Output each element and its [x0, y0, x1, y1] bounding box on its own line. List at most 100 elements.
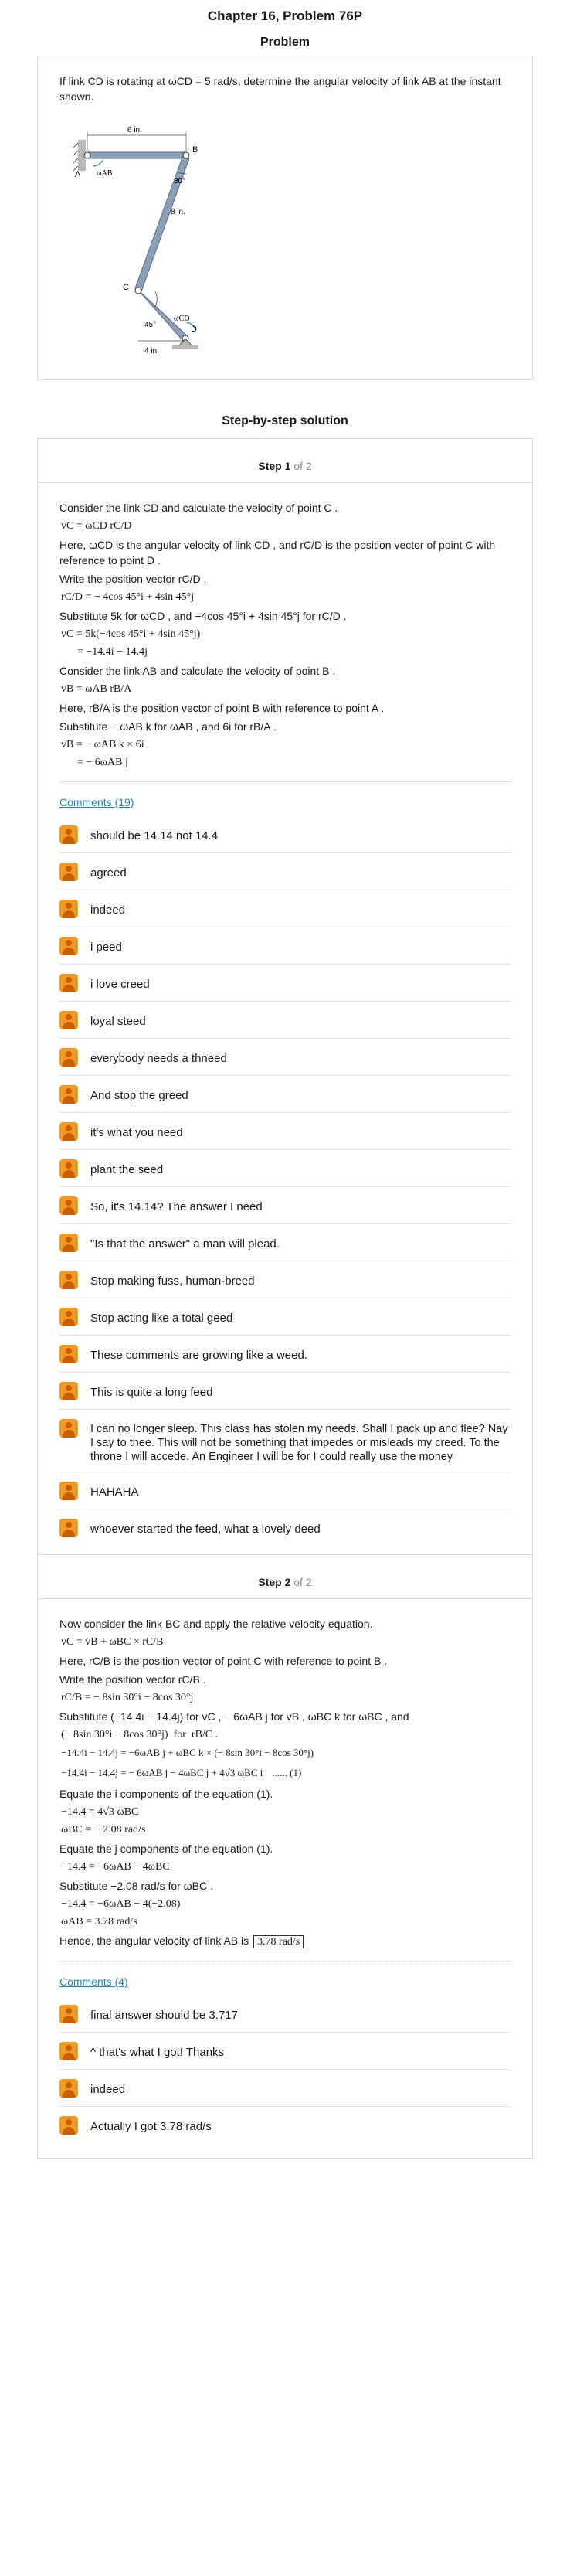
- user-avatar-icon[interactable]: [59, 1048, 78, 1067]
- solution-card: Step 1 of 2 Consider the link CD and cal…: [37, 438, 533, 2159]
- comment-item: Stop making fuss, human-breed: [59, 1261, 511, 1298]
- comment-item: agreed: [59, 853, 511, 890]
- step-2-line: Equate the j components of the equation …: [59, 1843, 273, 1855]
- comment-text: loyal steed: [90, 1015, 146, 1028]
- comment-item: Stop acting like a total geed: [59, 1298, 511, 1336]
- comment-text: Stop acting like a total geed: [90, 1312, 233, 1325]
- comment-item: indeed: [59, 890, 511, 927]
- omega-ab-arrow: [93, 159, 103, 167]
- solution-heading: Step-by-step solution: [222, 414, 348, 427]
- user-avatar-icon[interactable]: [59, 974, 78, 992]
- step-1-line: Consider the link AB and calculate the v…: [59, 665, 336, 677]
- step-1-eq: vC = ωCD rC/D: [61, 520, 132, 532]
- user-avatar-icon[interactable]: [59, 1345, 78, 1363]
- comment-item: it's what you need: [59, 1113, 511, 1150]
- label-omega-ab: ωAB: [97, 169, 113, 178]
- comment-text: agreed: [90, 866, 127, 880]
- step-1-comments-link[interactable]: Comments (19): [59, 796, 134, 808]
- step-1-eq: vB = − ωAB k × 6i: [61, 739, 144, 750]
- label-30: 30°: [174, 177, 185, 185]
- comment-text: So, it's 14.14? The answer I need: [90, 1200, 263, 1213]
- label-8in: 8 in.: [171, 208, 185, 216]
- comment-text: These comments are growing like a weed.: [90, 1349, 307, 1362]
- user-avatar-icon[interactable]: [59, 2042, 78, 2060]
- label-C: C: [123, 283, 129, 292]
- ground-D: [172, 345, 198, 349]
- step-2-body: Now consider the link BC and apply the r…: [59, 1599, 511, 2158]
- equation-number: ...... (1): [272, 1767, 302, 1778]
- comment-item: And stop the greed: [59, 1076, 511, 1113]
- step-2-eq: −14.4 = −6ωAB − 4ωBC: [61, 1861, 170, 1873]
- comment-text: ^ that's what I got! Thanks: [90, 2046, 225, 2059]
- comment-item: So, it's 14.14? The answer I need: [59, 1187, 511, 1224]
- step-2-comments: final answer should be 3.717 ^ that's wh…: [59, 1996, 511, 2158]
- label-A: A: [75, 170, 81, 179]
- user-avatar-icon[interactable]: [59, 1122, 78, 1141]
- user-avatar-icon[interactable]: [59, 1085, 78, 1104]
- user-avatar-icon[interactable]: [59, 825, 78, 844]
- user-avatar-icon[interactable]: [59, 900, 78, 918]
- comment-item: "Is that the answer" a man will plead.: [59, 1224, 511, 1261]
- final-answer-prefix: Hence, the angular velocity of link AB i…: [59, 1935, 253, 1947]
- label-omega-cd: ωCD: [174, 315, 189, 323]
- step-1-eq: = −14.4i − 14.4j: [61, 646, 148, 658]
- label-45: 45°: [144, 321, 156, 329]
- comment-text: indeed: [90, 903, 126, 917]
- step-1-of: of 2: [290, 460, 312, 472]
- user-avatar-icon[interactable]: [59, 1011, 78, 1029]
- comment-text: I can no longer sleep. This class has st…: [90, 1423, 508, 1463]
- user-avatar-icon[interactable]: [59, 1271, 78, 1289]
- step-1-body: Consider the link CD and calculate the v…: [59, 483, 511, 1547]
- user-avatar-icon[interactable]: [59, 937, 78, 955]
- user-avatar-icon[interactable]: [59, 1382, 78, 1400]
- comment-text: whoever started the feed, what a lovely …: [90, 1523, 321, 1536]
- comment-item: This is quite a long feed: [59, 1373, 511, 1410]
- comment-text: Stop making fuss, human-breed: [90, 1274, 255, 1288]
- step-1-line: Here, rB/A is the position vector of poi…: [59, 702, 385, 714]
- step-2-comments-link[interactable]: Comments (4): [59, 1975, 128, 1988]
- label-D: D: [191, 325, 197, 334]
- step-2-eq: −14.4 = 4√3 ωBC: [61, 1806, 139, 1818]
- comment-item: These comments are growing like a weed.: [59, 1336, 511, 1373]
- link-BC: [134, 155, 190, 292]
- problem-card: If link CD is rotating at ωCD = 5 rad/s,…: [37, 56, 533, 380]
- comment-text: it's what you need: [90, 1126, 183, 1139]
- step-2-eq: −14.4i − 14.4j = −6ωAB j + ωBC k × (− 8s…: [61, 1747, 314, 1758]
- step-2-eq: ωBC = − 2.08 rad/s: [61, 1824, 146, 1836]
- user-avatar-icon[interactable]: [59, 1482, 78, 1500]
- user-avatar-icon[interactable]: [59, 1419, 78, 1438]
- comment-item: plant the seed: [59, 1150, 511, 1187]
- comment-text: And stop the greed: [90, 1089, 188, 1102]
- step-1-line: Consider the link CD and calculate the v…: [59, 502, 338, 514]
- label-4in: 4 in.: [144, 347, 159, 356]
- step-2-eq: −14.4i − 14.4j = − 6ωAB j − 4ωBC j + 4√3…: [61, 1767, 263, 1778]
- step-1-line: Substitute 5k for ωCD , and −4cos 45°i +…: [59, 610, 347, 622]
- step-1-header: Step 1 of 2: [59, 439, 511, 482]
- step-2-eq: (− 8sin 30°i − 8cos 30°j) for rB/C .: [61, 1729, 219, 1741]
- linkage-diagram: 6 in. B A ωAB 30° 8 in. C ωCD 45° D 4 in…: [73, 126, 198, 356]
- chapter-title: Chapter 16, Problem 76P: [207, 9, 363, 23]
- angle-45-arc: [154, 291, 158, 308]
- user-avatar-icon[interactable]: [59, 1519, 78, 1537]
- step-1-eq: = − 6ωAB j: [61, 757, 128, 768]
- comment-text: This is quite a long feed: [90, 1386, 213, 1399]
- user-avatar-icon[interactable]: [59, 2116, 78, 2135]
- comment-item: ^ that's what I got! Thanks: [59, 2033, 511, 2070]
- user-avatar-icon[interactable]: [59, 1308, 78, 1326]
- comment-item: Actually I got 3.78 rad/s: [59, 2107, 511, 2158]
- support-D: [178, 338, 193, 346]
- user-avatar-icon[interactable]: [59, 2079, 78, 2098]
- step-2-line: Equate the i components of the equation …: [59, 1788, 273, 1800]
- step-1-eq: vC = 5k(−4cos 45°i + 4sin 45°j): [61, 628, 201, 640]
- user-avatar-icon[interactable]: [59, 1234, 78, 1252]
- user-avatar-icon[interactable]: [59, 2005, 78, 2023]
- step-2-line: Here, rC/B is the position vector of poi…: [59, 1655, 388, 1667]
- step-2-header: Step 2 of 2: [59, 1555, 511, 1598]
- user-avatar-icon[interactable]: [59, 1159, 78, 1178]
- user-avatar-icon[interactable]: [59, 863, 78, 881]
- comment-item: whoever started the feed, what a lovely …: [59, 1509, 511, 1547]
- comment-text: HAHAHA: [90, 1485, 139, 1499]
- comment-text: "Is that the answer" a man will plead.: [90, 1237, 280, 1251]
- step-2-label: Step 2: [258, 1576, 291, 1588]
- user-avatar-icon[interactable]: [59, 1196, 78, 1215]
